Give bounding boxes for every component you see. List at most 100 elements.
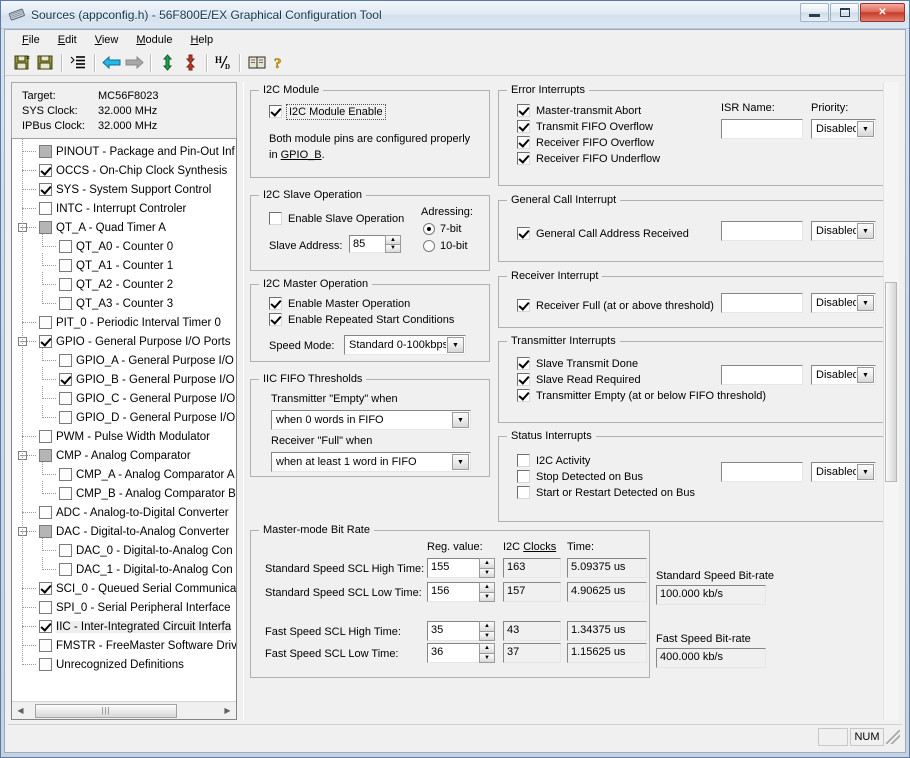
receiver-isr-name-input[interactable] [721, 293, 803, 313]
scroll-track[interactable]: ||| [29, 702, 219, 719]
transmitter-priority-select[interactable]: Disabled ▼ [811, 365, 876, 385]
tree-item-checkbox[interactable] [39, 601, 52, 614]
expand-list-icon[interactable] [67, 52, 90, 74]
tree-item-checkbox[interactable] [39, 620, 52, 633]
tree-item-checkbox[interactable] [39, 430, 52, 443]
error-priority-select[interactable]: Disabled ▼ [811, 119, 876, 139]
tree-item-checkbox[interactable] [39, 164, 52, 177]
tree-item[interactable]: – QT_A - Quad Timer A [12, 218, 236, 237]
enable-repeated-start-checkbox[interactable]: Enable Repeated Start Conditions [269, 313, 454, 326]
i2c-module-enable-checkbox[interactable]: I2C Module Enable [269, 103, 386, 120]
fast-high-reg-stepper[interactable]: 35 ▲ ▼ [427, 621, 495, 641]
minimize-button[interactable] [800, 3, 829, 22]
tree-item-checkbox[interactable] [59, 563, 72, 576]
chevron-down-icon[interactable]: ▼ [452, 454, 469, 470]
tree-item-checkbox[interactable] [59, 373, 72, 386]
stepper-down-icon[interactable]: ▼ [479, 567, 495, 578]
scroll-left-icon[interactable]: ◀ [12, 703, 29, 719]
receiver-priority-select[interactable]: Disabled ▼ [811, 293, 876, 313]
tree-item-checkbox[interactable] [39, 582, 52, 595]
scroll-right-icon[interactable]: ▶ [219, 703, 236, 719]
collapse-arrow-icon[interactable] [179, 52, 202, 74]
slave-address-input[interactable]: 85 [349, 235, 385, 253]
stepper-up-icon[interactable]: ▲ [479, 643, 495, 653]
tree-item-checkbox[interactable] [59, 487, 72, 500]
status-priority-select[interactable]: Disabled ▼ [811, 462, 876, 482]
tree-item[interactable]: SYS - System Support Control [12, 180, 236, 199]
tree-item-checkbox[interactable] [39, 316, 52, 329]
transmitter-empty-checkbox[interactable]: Transmitter Empty (at or below FIFO thre… [517, 389, 766, 402]
stepper-up-icon[interactable]: ▲ [479, 558, 495, 568]
chevron-down-icon[interactable]: ▼ [857, 121, 874, 137]
i2c-activity-checkbox[interactable]: I2C Activity [517, 454, 590, 467]
scroll-thumb[interactable] [885, 282, 897, 482]
tree-item-checkbox[interactable] [39, 221, 52, 234]
tree-item-checkbox[interactable] [39, 639, 52, 652]
stepper-down-icon[interactable]: ▼ [479, 591, 495, 602]
hex-dec-icon[interactable]: H D [212, 52, 235, 74]
tree-item-checkbox[interactable] [59, 468, 72, 481]
menu-view[interactable]: View [86, 32, 128, 48]
book-icon[interactable] [245, 52, 268, 74]
transmitter-isr-name-input[interactable] [721, 365, 803, 385]
stepper-down-icon[interactable]: ▼ [479, 652, 495, 663]
stepper-buttons[interactable]: ▲ ▼ [479, 558, 495, 578]
tree-item[interactable]: SPI_0 - Serial Peripheral Interface [12, 598, 236, 617]
tree-item-checkbox[interactable] [39, 335, 52, 348]
stepper-up-icon[interactable]: ▲ [479, 582, 495, 592]
resize-grip-icon[interactable] [886, 729, 900, 744]
chevron-down-icon[interactable]: ▼ [452, 412, 469, 428]
chevron-down-icon[interactable]: ▼ [857, 223, 874, 239]
tree-horizontal-scrollbar[interactable]: ◀ ||| ▶ [12, 701, 236, 719]
chevron-down-icon[interactable]: ▼ [857, 464, 874, 480]
menu-help[interactable]: Help [181, 32, 222, 48]
tree-item-checkbox[interactable] [39, 145, 52, 158]
fast-low-reg-input[interactable]: 36 [427, 643, 479, 663]
stop-detected-checkbox[interactable]: Stop Detected on Bus [517, 470, 643, 483]
stepper-down-icon[interactable]: ▼ [385, 243, 401, 253]
fast-high-reg-input[interactable]: 35 [427, 621, 479, 641]
stepper-up-icon[interactable]: ▲ [479, 621, 495, 631]
tree-item-checkbox[interactable] [59, 297, 72, 310]
stepper-up-icon[interactable]: ▲ [385, 235, 401, 244]
stepper-buttons[interactable]: ▲ ▼ [385, 235, 401, 253]
stepper-buttons[interactable]: ▲ ▼ [479, 643, 495, 663]
tree-item[interactable]: ADC - Analog-to-Digital Converter [12, 503, 236, 522]
tree-item[interactable]: INTC - Interrupt Controler [12, 199, 236, 218]
save-as-icon[interactable]: × [11, 52, 34, 74]
start-restart-detected-checkbox[interactable]: Start or Restart Detected on Bus [517, 486, 695, 499]
receiver-full-checkbox[interactable]: Receiver Full (at or above threshold) [517, 299, 714, 312]
addressing-7bit-radio[interactable]: 7-bit [423, 223, 461, 235]
std-high-reg-stepper[interactable]: 155 ▲ ▼ [427, 558, 495, 578]
menu-module[interactable]: Module [127, 32, 181, 48]
tree-item[interactable]: SCI_0 - Queued Serial Communicat [12, 579, 236, 598]
updown-arrow-icon[interactable] [156, 52, 179, 74]
rx-full-select[interactable]: when at least 1 word in FIFO ▼ [271, 452, 471, 472]
tree-item[interactable]: – CMP - Analog Comparator [12, 446, 236, 465]
error-isr-name-input[interactable] [721, 119, 803, 139]
help-icon[interactable]: ? [268, 52, 291, 74]
enable-slave-operation-checkbox[interactable]: Enable Slave Operation [269, 212, 404, 225]
fast-low-reg-stepper[interactable]: 36 ▲ ▼ [427, 643, 495, 663]
gpio-b-link[interactable]: GPIO_B [281, 149, 322, 161]
save-icon[interactable] [34, 52, 57, 74]
slave-read-required-checkbox[interactable]: Slave Read Required [517, 373, 641, 386]
tree-item[interactable]: – DAC - Digital-to-Analog Converter [12, 522, 236, 541]
menu-edit[interactable]: Edit [49, 32, 86, 48]
std-low-reg-input[interactable]: 156 [427, 582, 479, 602]
tree-item-checkbox[interactable] [39, 183, 52, 196]
general-call-priority-select[interactable]: Disabled ▼ [811, 221, 876, 241]
std-high-reg-input[interactable]: 155 [427, 558, 479, 578]
back-arrow-icon[interactable] [100, 52, 123, 74]
chevron-down-icon[interactable]: ▼ [857, 367, 874, 383]
maximize-button[interactable] [830, 3, 859, 22]
close-button[interactable]: ✕ [860, 3, 905, 22]
tree-item-checkbox[interactable] [39, 525, 52, 538]
menu-file[interactable]: FFileile [13, 32, 49, 48]
speed-mode-select[interactable]: Standard 0-100kbps ▼ [344, 335, 466, 355]
tree-item[interactable]: FMSTR - FreeMaster Software Drive [12, 636, 236, 655]
tree-item-checkbox[interactable] [59, 354, 72, 367]
enable-master-operation-checkbox[interactable]: Enable Master Operation [269, 297, 410, 310]
tree-item-checkbox[interactable] [39, 202, 52, 215]
tree-item-checkbox[interactable] [59, 259, 72, 272]
